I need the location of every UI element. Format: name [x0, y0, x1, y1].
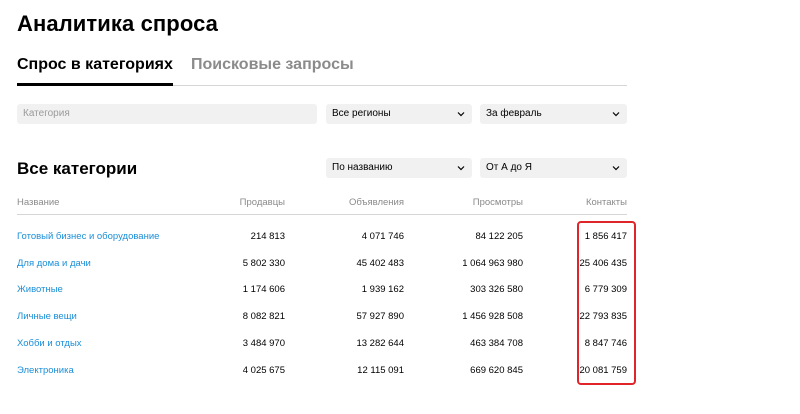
- listings-cell: 57 927 890: [356, 311, 404, 323]
- column-header-contacts[interactable]: Контакты: [523, 190, 627, 215]
- views-cell: 84 122 205: [475, 230, 523, 242]
- sellers-cell: 214 813: [250, 230, 285, 242]
- column-header-sellers[interactable]: Продавцы: [189, 190, 285, 215]
- category-input[interactable]: [23, 108, 311, 119]
- category-link[interactable]: Готовый бизнес и оборудование: [17, 215, 189, 250]
- category-table: Название Продавцы Объявления Просмотры К…: [17, 190, 627, 384]
- category-field[interactable]: [17, 104, 317, 124]
- column-header-views[interactable]: Просмотры: [404, 190, 523, 215]
- contacts-highlight-box: [577, 221, 636, 385]
- column-header-listings[interactable]: Объявления: [285, 190, 404, 215]
- region-select[interactable]: Все регионы: [326, 104, 472, 124]
- views-cell: 1 456 928 508: [462, 311, 523, 323]
- page-title: Аналитика спроса: [17, 11, 219, 36]
- sort-by-select[interactable]: По названию: [326, 158, 472, 178]
- period-select[interactable]: За февраль: [480, 104, 627, 124]
- table-row: Для дома и дачи 5 802 330 45 402 483 1 0…: [17, 250, 627, 277]
- category-link[interactable]: Животные: [17, 277, 189, 304]
- sellers-cell: 1 174 606: [242, 284, 285, 296]
- views-cell: 669 620 845: [470, 364, 523, 376]
- sellers-cell: 8 082 821: [242, 311, 285, 323]
- sort-order-select[interactable]: От А до Я: [480, 158, 627, 178]
- sellers-cell: 3 484 970: [242, 338, 285, 350]
- tab-bar: Спрос в категориях Поисковые запросы: [17, 56, 627, 86]
- chevron-down-icon: [457, 112, 465, 117]
- table-row: Животные 1 174 606 1 939 162 303 326 580…: [17, 277, 627, 304]
- sort-order-value: От А до Я: [486, 162, 532, 173]
- chevron-down-icon: [612, 166, 620, 171]
- chevron-down-icon: [612, 112, 620, 117]
- tab-search-queries[interactable]: Поисковые запросы: [191, 56, 354, 83]
- views-cell: 303 326 580: [470, 284, 523, 296]
- listings-cell: 12 115 091: [357, 364, 404, 376]
- column-header-name[interactable]: Название: [17, 190, 189, 215]
- listings-cell: 4 071 746: [361, 230, 404, 242]
- section-title: Все категории: [17, 159, 138, 178]
- sellers-cell: 4 025 675: [242, 364, 285, 376]
- table-row: Готовый бизнес и оборудование 214 813 4 …: [17, 215, 627, 250]
- views-cell: 463 384 708: [470, 338, 523, 350]
- table-header-row: Название Продавцы Объявления Просмотры К…: [17, 190, 627, 215]
- views-cell: 1 064 963 980: [462, 257, 523, 269]
- listings-cell: 13 282 644: [356, 338, 404, 350]
- period-select-value: За февраль: [486, 108, 542, 119]
- sellers-cell: 5 802 330: [242, 257, 285, 269]
- table-row: Личные вещи 8 082 821 57 927 890 1 456 9…: [17, 303, 627, 330]
- category-link[interactable]: Для дома и дачи: [17, 250, 189, 277]
- sort-by-value: По названию: [332, 162, 393, 173]
- listings-cell: 45 402 483: [356, 257, 404, 269]
- category-link[interactable]: Личные вещи: [17, 303, 189, 330]
- table-row: Электроника 4 025 675 12 115 091 669 620…: [17, 357, 627, 384]
- table-row: Хобби и отдых 3 484 970 13 282 644 463 3…: [17, 330, 627, 357]
- tab-category-demand[interactable]: Спрос в категориях: [17, 56, 173, 86]
- category-link[interactable]: Электроника: [17, 357, 189, 384]
- listings-cell: 1 939 162: [361, 284, 404, 296]
- region-select-value: Все регионы: [332, 108, 391, 119]
- chevron-down-icon: [457, 166, 465, 171]
- category-link[interactable]: Хобби и отдых: [17, 330, 189, 357]
